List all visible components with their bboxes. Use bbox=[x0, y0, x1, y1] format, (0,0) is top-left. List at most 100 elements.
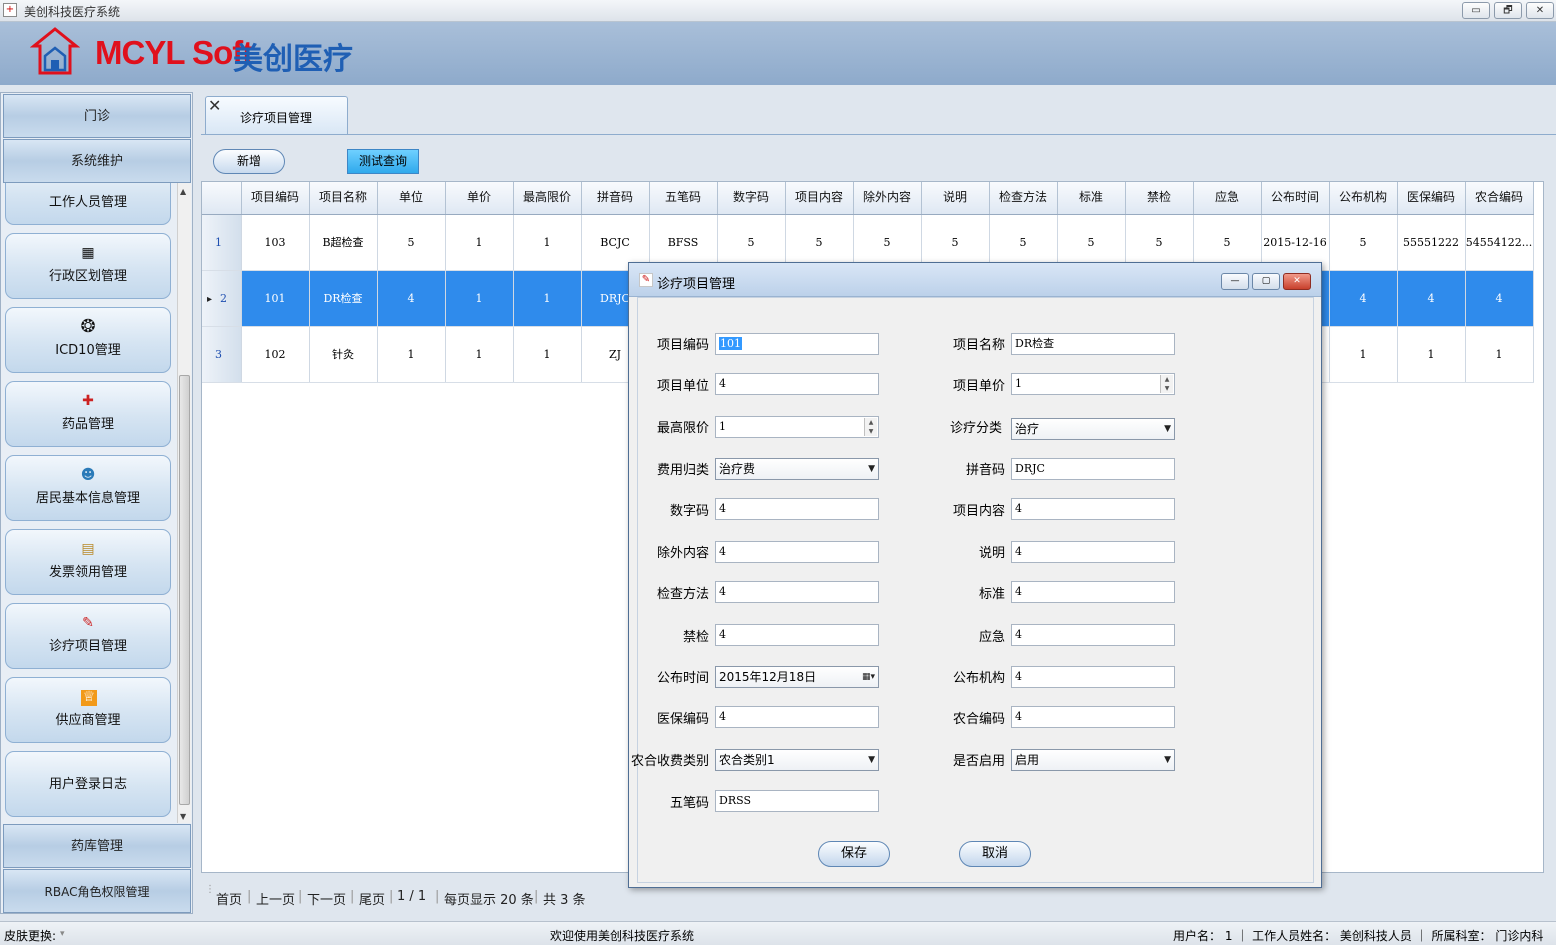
spinner-icon[interactable]: ▲ ▼ bbox=[864, 418, 877, 436]
pinyin-input[interactable]: DRJC bbox=[1011, 458, 1175, 480]
column-header[interactable]: 五笔码 bbox=[649, 182, 718, 215]
table-cell[interactable]: 55551222 bbox=[1397, 214, 1466, 271]
sidebar-item-treatment[interactable]: ✎ 诊疗项目管理 bbox=[5, 603, 171, 669]
content-input[interactable]: 4 bbox=[1011, 498, 1175, 520]
column-header[interactable]: 说明 bbox=[921, 182, 990, 215]
table-cell[interactable]: 1 bbox=[513, 270, 582, 327]
tab-treatment[interactable]: ✕ 诊疗项目管理 bbox=[205, 96, 348, 134]
row-number[interactable]: 3 bbox=[202, 326, 242, 383]
table-cell[interactable]: 1 bbox=[377, 326, 446, 383]
sidebar-item-supplier[interactable]: ♕ 供应商管理 bbox=[5, 677, 171, 743]
table-cell[interactable]: 4 bbox=[1397, 270, 1466, 327]
column-header[interactable]: 农合编码 bbox=[1465, 182, 1534, 215]
add-button[interactable]: 新增 bbox=[213, 149, 285, 174]
column-header[interactable]: 拼音码 bbox=[581, 182, 650, 215]
standard-input[interactable]: 4 bbox=[1011, 581, 1175, 603]
first-page-link[interactable]: 首页 bbox=[216, 889, 242, 908]
row-number[interactable]: ▸ 2 bbox=[202, 270, 242, 327]
column-header[interactable]: 标准 bbox=[1057, 182, 1126, 215]
test-query-button[interactable]: 测试查询 bbox=[347, 149, 419, 174]
sidebar-group-pharmacy[interactable]: 药库管理 bbox=[3, 824, 191, 868]
calendar-icon[interactable]: ▦▾ bbox=[862, 667, 875, 687]
sidebar-item-invoice[interactable]: ▤ 发票领用管理 bbox=[5, 529, 171, 595]
scroll-down-icon[interactable]: ▼ bbox=[180, 812, 186, 821]
price-input[interactable]: 1 ▲ ▼ bbox=[1011, 373, 1175, 395]
table-cell[interactable]: 1 bbox=[1465, 326, 1534, 383]
column-header[interactable]: 项目内容 bbox=[785, 182, 854, 215]
method-input[interactable]: 4 bbox=[715, 581, 879, 603]
table-cell[interactable]: 4 bbox=[377, 270, 446, 327]
sidebar-item-icd10[interactable]: ❂ ICD10管理 bbox=[5, 307, 171, 373]
pub-org-input[interactable]: 4 bbox=[1011, 666, 1175, 688]
column-header[interactable]: 项目名称 bbox=[309, 182, 378, 215]
table-cell[interactable]: 1 bbox=[1397, 326, 1466, 383]
column-header[interactable]: 数字码 bbox=[717, 182, 786, 215]
nh-type-select[interactable]: 农合类别1 ▼ bbox=[715, 749, 879, 771]
column-header[interactable]: 禁检 bbox=[1125, 182, 1194, 215]
column-header[interactable]: 公布时间 bbox=[1261, 182, 1330, 215]
restore-button[interactable]: 🗗 bbox=[1494, 2, 1522, 19]
column-header[interactable]: 检查方法 bbox=[989, 182, 1058, 215]
cancel-button[interactable]: 取消 bbox=[959, 841, 1031, 867]
max-price-input[interactable]: 1 ▲ ▼ bbox=[715, 416, 879, 438]
close-tab-icon[interactable]: ✕ bbox=[208, 98, 224, 115]
fee-type-select[interactable]: 治疗费 ▼ bbox=[715, 458, 879, 480]
last-page-link[interactable]: 尾页 bbox=[359, 889, 385, 908]
table-cell[interactable]: 54554122... bbox=[1465, 214, 1534, 271]
wubi-input[interactable]: DRSS bbox=[715, 790, 879, 812]
sidebar-item-staff[interactable]: 工作人员管理 bbox=[5, 183, 171, 225]
skin-dropdown-icon[interactable]: ▾ bbox=[60, 929, 65, 939]
next-page-link[interactable]: 下一页 bbox=[307, 889, 346, 908]
column-header[interactable]: 公布机构 bbox=[1329, 182, 1398, 215]
digit-input[interactable]: 4 bbox=[715, 498, 879, 520]
enabled-select[interactable]: 启用 ▼ bbox=[1011, 749, 1175, 771]
note-input[interactable]: 4 bbox=[1011, 541, 1175, 563]
panel-splitter[interactable] bbox=[193, 92, 201, 914]
table-cell[interactable]: 1 bbox=[513, 214, 582, 271]
table-cell[interactable]: 5 bbox=[377, 214, 446, 271]
table-cell[interactable]: 4 bbox=[1329, 270, 1398, 327]
table-cell[interactable]: 针灸 bbox=[309, 326, 378, 383]
close-button[interactable]: ✕ bbox=[1526, 2, 1554, 19]
column-header[interactable]: 医保编码 bbox=[1397, 182, 1466, 215]
minimize-button[interactable]: ▭ bbox=[1462, 2, 1490, 19]
table-cell[interactable]: 1 bbox=[1329, 326, 1398, 383]
sidebar-item-region[interactable]: ▦ 行政区划管理 bbox=[5, 233, 171, 299]
nh-code-input[interactable]: 4 bbox=[1011, 706, 1175, 728]
sidebar-scrollbar[interactable]: ▲ ▼ bbox=[177, 183, 191, 823]
code-input[interactable]: 101 bbox=[715, 333, 879, 355]
column-header[interactable]: 应急 bbox=[1193, 182, 1262, 215]
spinner-icon[interactable]: ▲ ▼ bbox=[1160, 375, 1173, 393]
table-cell[interactable]: 101 bbox=[241, 270, 310, 327]
forbid-input[interactable]: 4 bbox=[715, 624, 879, 646]
table-cell[interactable]: 5 bbox=[1329, 214, 1398, 271]
table-cell[interactable]: 103 bbox=[241, 214, 310, 271]
column-header[interactable]: 除外内容 bbox=[853, 182, 922, 215]
category-select[interactable]: 治疗 ▼ bbox=[1011, 418, 1175, 440]
table-cell[interactable]: DR检查 bbox=[309, 270, 378, 327]
sidebar-group-system[interactable]: 系统维护 bbox=[3, 139, 191, 183]
pub-date-picker[interactable]: 2015年12月18日 ▦▾ bbox=[715, 666, 879, 688]
sidebar-item-drug[interactable]: ✚ 药品管理 bbox=[5, 381, 171, 447]
save-button[interactable]: 保存 bbox=[818, 841, 890, 867]
table-cell[interactable]: 102 bbox=[241, 326, 310, 383]
column-header[interactable]: 单位 bbox=[377, 182, 446, 215]
scrollbar-thumb[interactable] bbox=[179, 375, 190, 805]
sidebar-item-login-log[interactable]: 用户登录日志 bbox=[5, 751, 171, 817]
sidebar-item-resident[interactable]: ☻ 居民基本信息管理 bbox=[5, 455, 171, 521]
sidebar-group-rbac[interactable]: RBAC角色权限管理 bbox=[3, 869, 191, 913]
table-cell[interactable]: 1 bbox=[513, 326, 582, 383]
table-cell[interactable]: B超检查 bbox=[309, 214, 378, 271]
table-cell[interactable]: 1 bbox=[445, 326, 514, 383]
name-input[interactable]: DR检查 bbox=[1011, 333, 1175, 355]
scroll-up-icon[interactable]: ▲ bbox=[180, 187, 186, 196]
urgent-input[interactable]: 4 bbox=[1011, 624, 1175, 646]
dialog-minimize-button[interactable]: — bbox=[1221, 273, 1249, 290]
dialog-close-button[interactable]: ✕ bbox=[1283, 273, 1311, 290]
column-header[interactable]: 最高限价 bbox=[513, 182, 582, 215]
column-header[interactable]: 单价 bbox=[445, 182, 514, 215]
column-header[interactable]: 项目编码 bbox=[241, 182, 310, 215]
insurance-input[interactable]: 4 bbox=[715, 706, 879, 728]
table-cell[interactable]: 1 bbox=[445, 270, 514, 327]
unit-input[interactable]: 4 bbox=[715, 373, 879, 395]
